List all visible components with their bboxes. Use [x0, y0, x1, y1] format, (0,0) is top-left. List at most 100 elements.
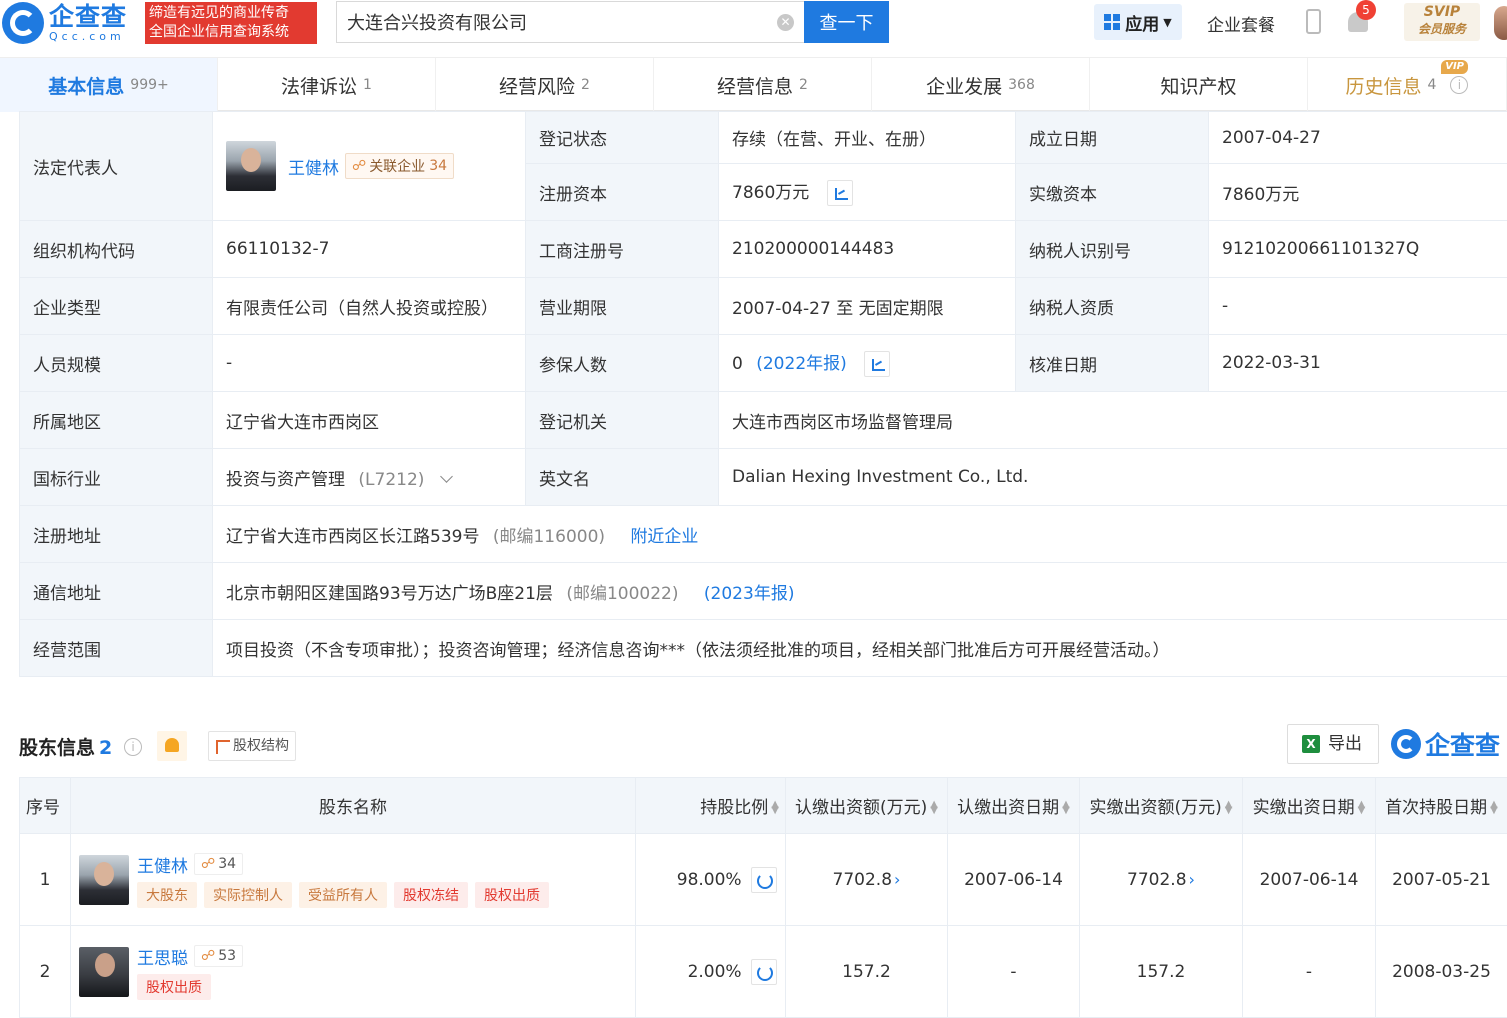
nearby-companies-link[interactable]: 附近企业 — [630, 527, 698, 547]
tag-equity-pledged[interactable]: 股权出质 — [475, 882, 549, 908]
info-icon[interactable]: i — [124, 738, 142, 756]
chevron-right-icon: › — [894, 870, 900, 889]
qcc-logo[interactable]: 企查查 Qcc.com — [2, 2, 127, 44]
trend-chart-icon[interactable] — [864, 351, 890, 377]
tab-label: 基本信息 — [48, 72, 124, 99]
col-paid-date[interactable]: 实缴出资日期▲▼ — [1243, 778, 1376, 834]
shareholder-name-link[interactable]: 王健林 — [137, 852, 188, 877]
related-companies-tag[interactable]: ☍ 关联企业 34 — [345, 153, 454, 179]
paid-value: 157.2 — [1080, 926, 1243, 1018]
search-button[interactable]: 查一下 — [804, 1, 889, 43]
tab-development[interactable]: 企业发展 368 — [872, 58, 1090, 112]
shareholder-table: 序号 股东名称 持股比例▲▼ 认缴出资额(万元)▲▼ 认缴出资日期▲▼ 实缴出资… — [19, 777, 1507, 1018]
industry-cell[interactable]: 投资与资产管理 (L7212) — [213, 449, 526, 506]
scope-value: 项目投资（不含专项审批）；投资咨询管理；经济信息咨询***（依法须经批准的项目，… — [213, 620, 1507, 677]
tag-actual-controller: 实际控制人 — [204, 882, 292, 908]
shareholder-photo[interactable] — [79, 947, 129, 997]
authority-label: 登记机关 — [526, 392, 719, 449]
reg-status-value: 存续（在营、开业、在册） — [719, 112, 1016, 164]
tag-equity-pledged[interactable]: 股权出质 — [137, 974, 211, 1000]
tab-label: 历史信息 — [1346, 72, 1422, 99]
biz-reg-no-label: 工商注册号 — [526, 221, 719, 278]
mail-address-value: 北京市朝阳区建国路93号万达广场B座21层 — [226, 584, 553, 604]
tab-basic-info[interactable]: 基本信息 999+ — [0, 58, 218, 112]
legal-rep-name-link[interactable]: 王健林 — [288, 154, 339, 179]
qcc-watermark-logo: 企查查 — [1391, 725, 1500, 763]
tab-label: 知识产权 — [1160, 72, 1236, 99]
export-label: 导出 — [1328, 734, 1362, 754]
tab-label: 经营信息 — [717, 72, 793, 99]
ratio-cell: 98.00% — [636, 834, 786, 926]
reg-postcode: (邮编116000) — [493, 527, 605, 547]
tag-major-shareholder: 大股东 — [137, 882, 197, 908]
shareholder-name-link[interactable]: 王思聪 — [137, 944, 188, 969]
clear-icon[interactable]: ✕ — [777, 14, 794, 31]
col-subscribed[interactable]: 认缴出资额(万元)▲▼ — [786, 778, 948, 834]
shareholder-photo[interactable] — [79, 855, 129, 905]
ratio-value: 98.00% — [677, 870, 742, 890]
tab-count: 368 — [1008, 77, 1035, 93]
col-index: 序号 — [20, 778, 71, 834]
app-menu-button[interactable]: 应用 ▼ — [1094, 4, 1182, 40]
tab-history[interactable]: 历史信息 4 VIP i — [1308, 58, 1507, 112]
paid-value: 7702.8 — [1127, 870, 1186, 890]
tag-equity-frozen[interactable]: 股权冻结 — [394, 882, 468, 908]
col-ratio[interactable]: 持股比例▲▼ — [636, 778, 786, 834]
col-subscribed-date-label: 认缴出资日期 — [957, 798, 1059, 818]
pie-chart-icon[interactable] — [751, 867, 777, 893]
reg-capital-value: 7860万元 — [732, 183, 809, 203]
tab-count: 1 — [363, 77, 372, 93]
subscribed-cell[interactable]: 7702.8› — [786, 834, 948, 926]
svip-member-button[interactable]: SVIP 会员服务 — [1404, 3, 1480, 41]
export-button[interactable]: X 导出 — [1287, 724, 1379, 764]
col-ratio-label: 持股比例 — [700, 798, 768, 818]
shareholder-tags: 大股东 实际控制人 受益所有人 股权冻结 股权出质 — [137, 882, 556, 908]
pie-chart-icon[interactable] — [751, 959, 777, 985]
equity-structure-button[interactable]: 股权结构 — [208, 731, 296, 761]
shareholder-count: 2 — [99, 737, 112, 759]
tab-legal[interactable]: 法律诉讼 1 — [218, 58, 436, 112]
tab-ip[interactable]: 知识产权 — [1090, 58, 1308, 112]
paid-date: 2007-06-14 — [1243, 834, 1376, 926]
related-companies-count: 53 — [218, 948, 236, 964]
col-paid-label: 实缴出资额(万元) — [1090, 798, 1222, 818]
table-header-row: 序号 股东名称 持股比例▲▼ 认缴出资额(万元)▲▼ 认缴出资日期▲▼ 实缴出资… — [20, 778, 1507, 834]
taxpayer-qual-label: 纳税人资质 — [1016, 278, 1209, 335]
shareholder-title: 股东信息2 — [19, 733, 112, 760]
svip-label: SVIP — [1404, 3, 1480, 21]
tax-id-value: 91210200661101327Q — [1209, 221, 1507, 278]
logo-domain: Qcc.com — [49, 31, 127, 42]
col-paid[interactable]: 实缴出资额(万元)▲▼ — [1080, 778, 1243, 834]
related-companies-count: 34 — [429, 158, 447, 174]
legal-rep-photo[interactable] — [226, 141, 276, 191]
company-type-value: 有限责任公司（自然人投资或控股） — [213, 278, 526, 335]
related-companies-tag[interactable]: ☍ 53 — [194, 945, 243, 967]
info-icon[interactable]: i — [1450, 76, 1468, 94]
search-input[interactable] — [337, 2, 757, 42]
mobile-phone-icon[interactable] — [1306, 9, 1321, 34]
tab-business[interactable]: 经营信息 2 — [654, 58, 872, 112]
reg-address-value: 辽宁省大连市西岗区长江路539号 — [226, 527, 479, 547]
founded-label: 成立日期 — [1016, 112, 1209, 164]
insured-report-link[interactable]: (2022年报) — [756, 354, 847, 374]
app-menu-label: 应用 — [1125, 10, 1159, 35]
mail-report-link[interactable]: (2023年报) — [704, 584, 795, 604]
paid-date: - — [1243, 926, 1376, 1018]
col-subscribed-date[interactable]: 认缴出资日期▲▼ — [948, 778, 1080, 834]
tab-label: 企业发展 — [926, 72, 1002, 99]
enterprise-package-link[interactable]: 企业套餐 — [1207, 11, 1275, 36]
tab-risk[interactable]: 经营风险 2 — [436, 58, 654, 112]
col-first-hold[interactable]: 首次持股日期▲▼ — [1376, 778, 1507, 834]
paid-cell[interactable]: 7702.8› — [1080, 834, 1243, 926]
table-row: 2 王思聪 ☍ 53 股权出质 — [20, 926, 1507, 1018]
monitor-bell-icon[interactable] — [157, 731, 187, 761]
qcc-logo-icon — [2, 2, 44, 44]
member-service-label: 会员服务 — [1404, 21, 1480, 37]
industry-label: 国标行业 — [20, 449, 213, 506]
tag-beneficial-owner: 受益所有人 — [299, 882, 387, 908]
related-companies-tag[interactable]: ☍ 34 — [194, 853, 243, 875]
trend-chart-icon[interactable] — [827, 180, 853, 206]
chevron-down-icon[interactable] — [440, 470, 453, 483]
user-avatar[interactable] — [1494, 6, 1507, 40]
industry-value: 投资与资产管理 — [226, 470, 345, 490]
